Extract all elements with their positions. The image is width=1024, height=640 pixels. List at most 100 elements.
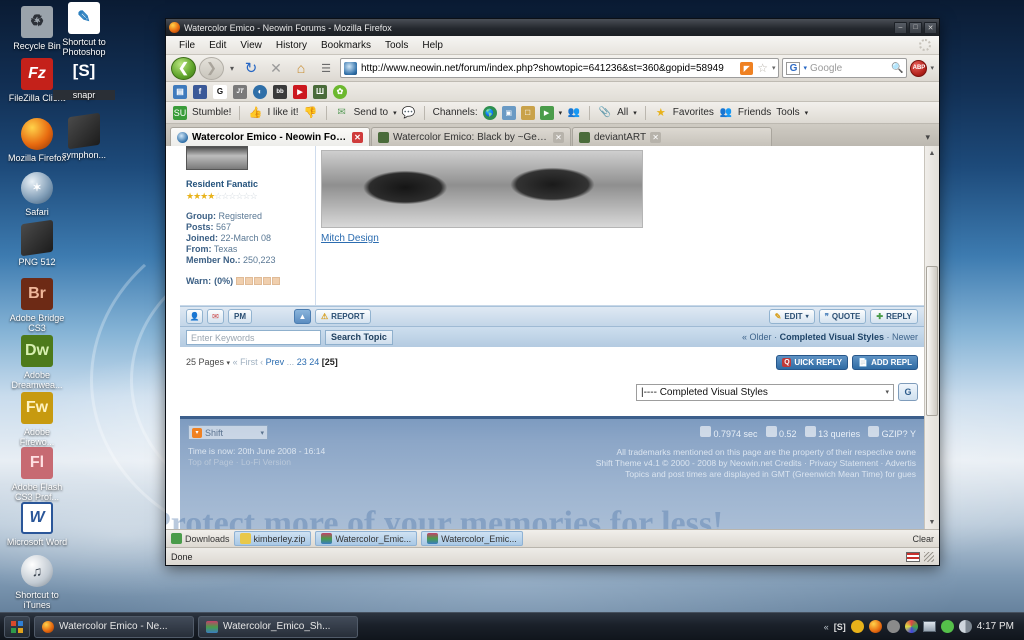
- video-icon[interactable]: ▶: [539, 105, 554, 120]
- arrow-up-icon[interactable]: ▲: [294, 309, 311, 324]
- chevron-down-icon[interactable]: ▾: [805, 109, 809, 117]
- menu-bookmarks[interactable]: Bookmarks: [314, 39, 378, 52]
- resize-grip-icon[interactable]: [924, 551, 934, 562]
- stumbleupon-icon[interactable]: SU: [173, 105, 187, 120]
- stop-button[interactable]: ✕: [265, 57, 287, 79]
- minimize-button[interactable]: –: [894, 21, 907, 34]
- skin-select[interactable]: ▾ Shift ▾: [188, 425, 268, 440]
- thumbs-down-icon[interactable]: 👎: [304, 106, 318, 120]
- desktop-icon-adobe-fireworks[interactable]: Fw Adobe Firewo...: [6, 392, 68, 447]
- bookmark-google-icon[interactable]: G: [213, 84, 227, 99]
- close-icon[interactable]: ✕: [553, 131, 564, 143]
- stumble-button[interactable]: Stumble!: [192, 107, 231, 118]
- search-input[interactable]: Enter Keywords: [186, 329, 321, 345]
- like-button[interactable]: I like it!: [267, 107, 298, 118]
- bookmark-flock-icon[interactable]: ✿: [333, 84, 347, 99]
- display-tray-icon[interactable]: [922, 621, 936, 632]
- search-icon[interactable]: 🔍: [891, 63, 903, 74]
- chevron-down-icon[interactable]: ▾: [393, 109, 397, 117]
- chevron-down-icon[interactable]: ▾: [227, 360, 231, 367]
- volume-tray-icon[interactable]: [940, 620, 954, 633]
- paperclip-icon[interactable]: 📎: [598, 106, 612, 120]
- profile-icon[interactable]: 👤: [186, 309, 203, 324]
- close-icon[interactable]: ✕: [352, 131, 363, 143]
- close-button[interactable]: ✕: [924, 21, 937, 34]
- sound-tray-icon[interactable]: [958, 620, 972, 633]
- desktop-icon-adobe-bridge[interactable]: Br Adobe Bridge CS3: [6, 278, 68, 333]
- menu-help[interactable]: Help: [415, 39, 450, 52]
- pages-count-label[interactable]: 25 Pages: [186, 357, 224, 367]
- go-button[interactable]: G: [898, 383, 918, 401]
- start-button[interactable]: [4, 615, 30, 638]
- email-icon[interactable]: ✉: [207, 309, 224, 324]
- url-dropdown-icon[interactable]: ▾: [772, 64, 776, 72]
- forward-button[interactable]: ❯: [199, 56, 224, 80]
- bookmark-folder-icon[interactable]: ▤: [173, 84, 187, 99]
- adblock-plus-icon[interactable]: ABP: [910, 59, 928, 77]
- search-topic-button[interactable]: Search Topic: [325, 329, 393, 345]
- quote-button[interactable]: ❞ QUOTE: [818, 309, 867, 324]
- clear-downloads-button[interactable]: Clear: [912, 534, 934, 544]
- google-engine-icon[interactable]: G: [786, 61, 801, 75]
- taskbar-item-firefox[interactable]: Watercolor Emico - Ne...: [34, 615, 194, 638]
- menu-tools[interactable]: Tools: [378, 39, 415, 52]
- taskbar-item-watercolor-archive[interactable]: Watercolor_Emico_Sh...: [198, 615, 358, 638]
- all-button[interactable]: All: [617, 107, 628, 118]
- chevron-down-icon[interactable]: ▾: [633, 109, 637, 117]
- rss-icon[interactable]: ◤: [740, 61, 754, 75]
- bookmark-facebook-icon[interactable]: f: [193, 84, 207, 99]
- desktop-icon-safari[interactable]: ✶ Safari: [6, 172, 68, 217]
- chevron-down-icon[interactable]: ▾: [559, 109, 563, 117]
- lofi-link[interactable]: Lo-Fi Version: [241, 457, 291, 467]
- desktop-icon-snapr[interactable]: [S] snapr: [53, 55, 115, 100]
- pm-button[interactable]: PM: [228, 309, 252, 324]
- download-item[interactable]: Watercolor_Emic...: [315, 531, 418, 546]
- chevron-down-icon[interactable]: ▾: [930, 64, 934, 72]
- menu-edit[interactable]: Edit: [202, 39, 233, 52]
- people-icon[interactable]: 👥: [567, 106, 581, 120]
- send-to-button[interactable]: Send to: [354, 107, 388, 118]
- desktop-icon-symphony[interactable]: symphon...: [53, 112, 115, 160]
- globe-icon[interactable]: 🌎: [482, 105, 497, 120]
- prev-page-link[interactable]: Prev: [266, 357, 285, 367]
- desktop-icon-png512[interactable]: PNG 512: [6, 219, 68, 267]
- notification-tray-icon[interactable]: [850, 620, 864, 633]
- tray-expand-button[interactable]: «: [824, 622, 829, 632]
- send-to-icon[interactable]: ✉: [335, 106, 349, 120]
- bookmark-youtube-icon[interactable]: ▶: [293, 84, 307, 99]
- bookmark-star-icon[interactable]: ☆: [757, 61, 768, 75]
- tab-watercolor-emico-neowin[interactable]: Watercolor Emico - Neowin Forums ✕: [170, 127, 370, 146]
- desktop-icon-adobe-dreamweaver[interactable]: Dw Adobe Dreamwea...: [6, 335, 68, 390]
- scrollbar-thumb[interactable]: [926, 266, 938, 416]
- back-button[interactable]: ❮: [171, 56, 196, 80]
- friends-button[interactable]: Friends: [738, 107, 771, 118]
- bookmark-bbc-icon[interactable]: bb: [273, 84, 287, 99]
- reload-button[interactable]: ↻: [240, 57, 262, 79]
- menu-history[interactable]: History: [269, 39, 314, 52]
- desktop-icon-photoshop[interactable]: ✎ Shortcut to Photoshop: [53, 2, 115, 57]
- taskbar-clock[interactable]: 4:17 PM: [977, 621, 1014, 632]
- downloads-button[interactable]: Downloads: [171, 533, 230, 544]
- firefox-tray-icon[interactable]: [868, 620, 882, 633]
- tab-list-button[interactable]: ▾: [925, 132, 935, 146]
- search-bar[interactable]: G ▾ Google 🔍: [782, 58, 908, 78]
- menu-file[interactable]: File: [172, 39, 202, 52]
- tab-watercolor-emico-black[interactable]: Watercolor Emico: Black by ~Gelosea o...…: [371, 127, 571, 146]
- photo-icon[interactable]: ▣: [501, 105, 516, 120]
- add-reply-button[interactable]: 📄 ADD REPL: [852, 354, 918, 370]
- desktop-icon-itunes[interactable]: ♫ Shortcut to iTunes: [6, 555, 68, 610]
- current-topic-label[interactable]: Completed Visual Styles: [780, 332, 884, 342]
- bookmark-neowin-icon[interactable]: ◐: [253, 84, 267, 99]
- older-link[interactable]: « Older: [742, 332, 772, 342]
- scroll-up-arrow[interactable]: ▲: [925, 146, 939, 160]
- quick-reply-button[interactable]: Q UICK REPLY: [776, 354, 849, 370]
- scroll-down-arrow[interactable]: ▼: [925, 515, 939, 529]
- desktop-icon-adobe-flash[interactable]: Fl Adobe Flash CS3 Prof...: [6, 447, 68, 502]
- thumbs-up-icon[interactable]: 👍: [248, 106, 263, 120]
- favorites-button[interactable]: Favorites: [673, 107, 714, 118]
- first-page-link[interactable]: « First: [233, 357, 258, 367]
- top-of-page-link[interactable]: Top of Page: [188, 457, 233, 467]
- comment-bubble-icon[interactable]: 💬: [402, 106, 416, 120]
- page-link-24[interactable]: 24: [309, 357, 319, 367]
- download-item[interactable]: kimberley.zip: [233, 531, 312, 546]
